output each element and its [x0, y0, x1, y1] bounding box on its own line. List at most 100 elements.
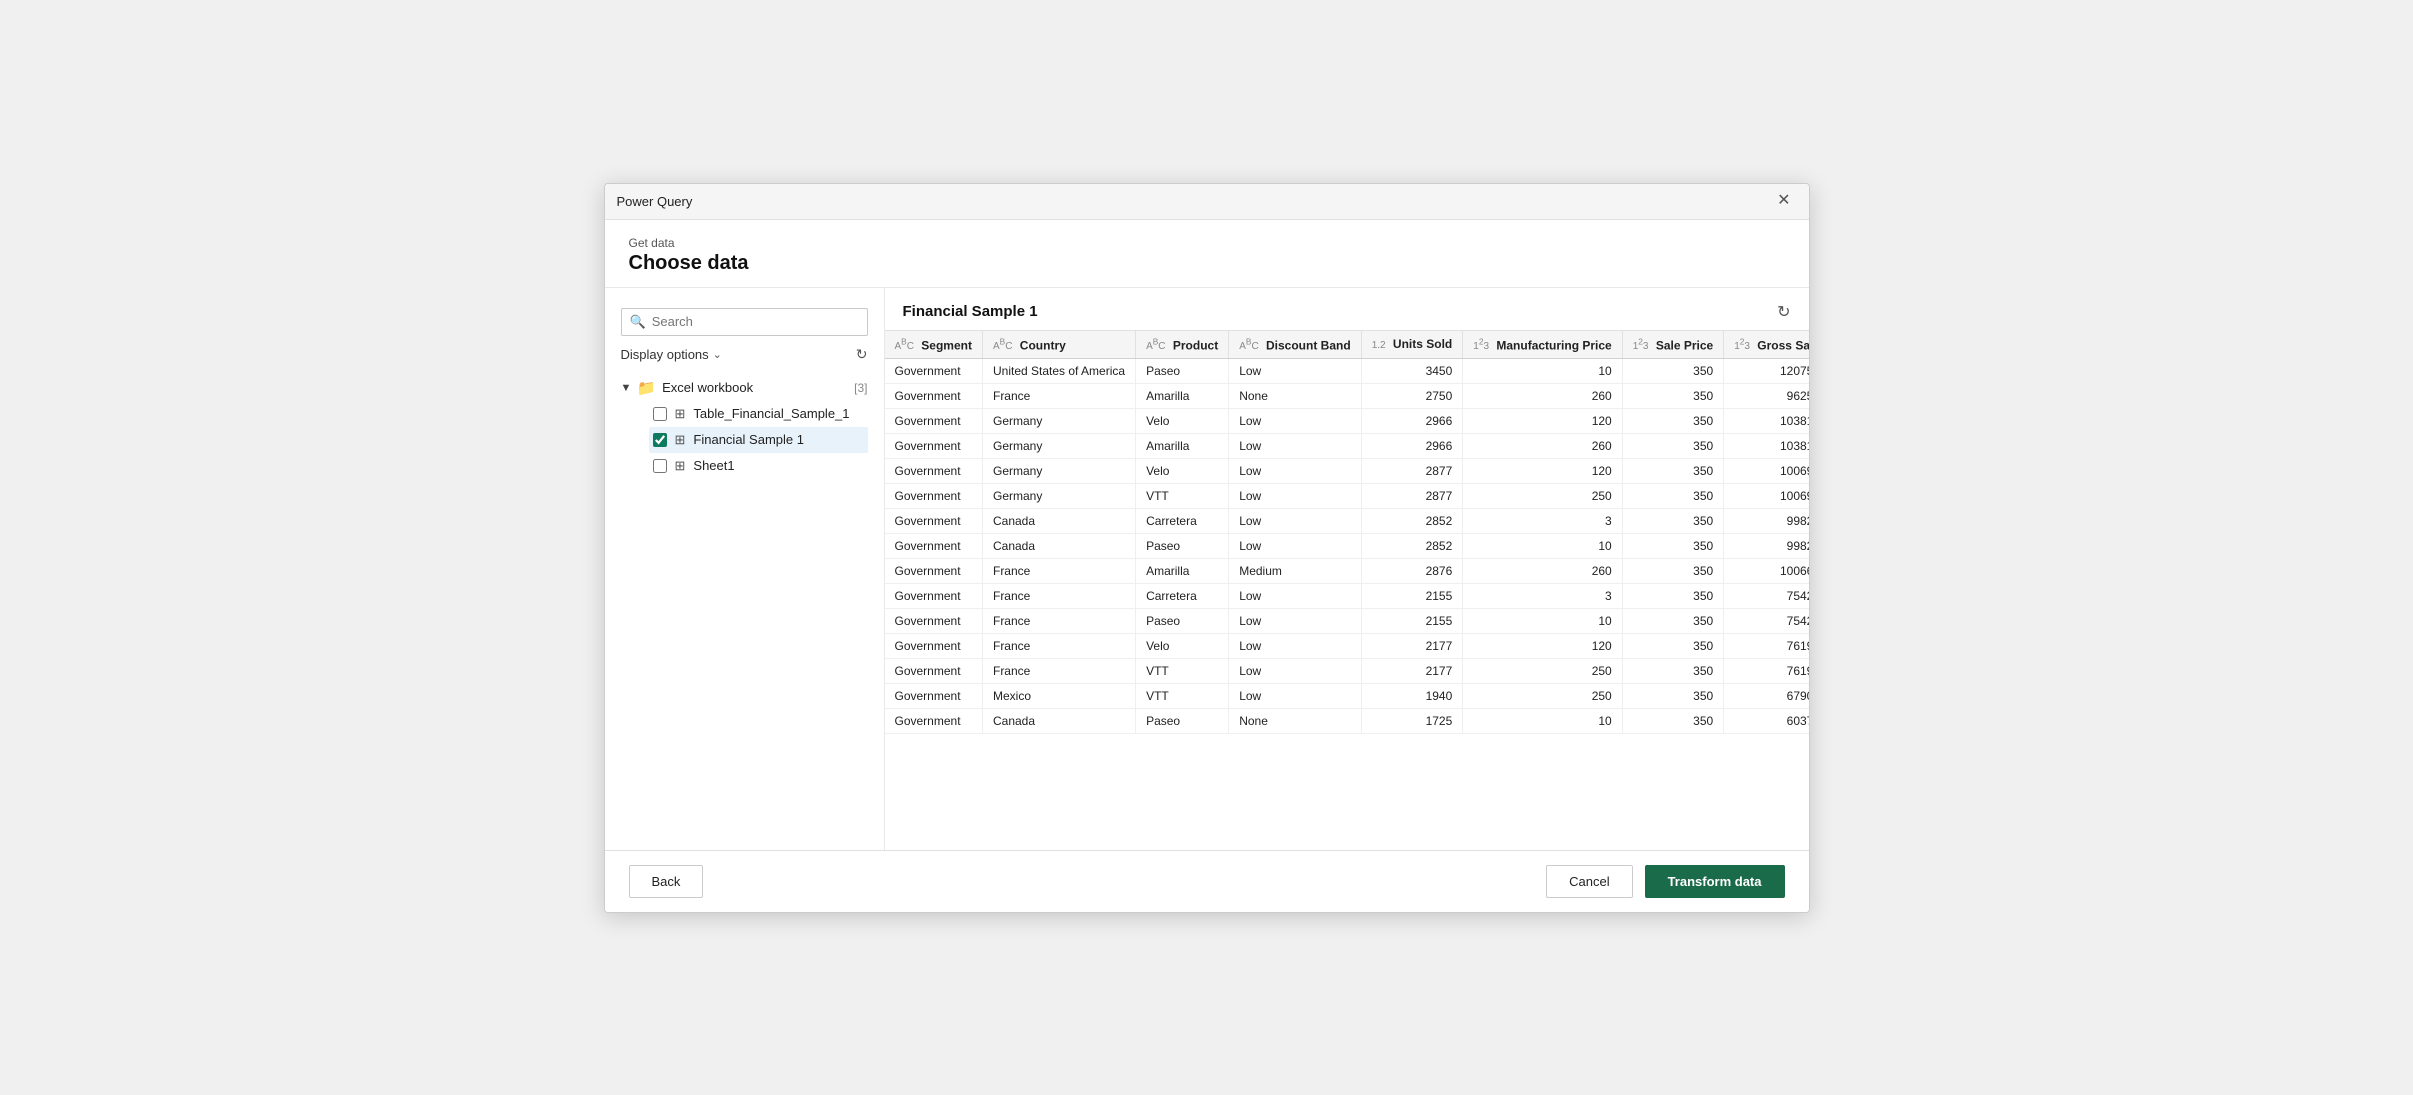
- table-cell: 260: [1463, 558, 1622, 583]
- table-cell: 2876: [1361, 558, 1463, 583]
- table-cell: 120: [1463, 458, 1622, 483]
- table-cell: 10: [1463, 608, 1622, 633]
- data-table-wrapper[interactable]: ABC Segment ABC Country ABC Product ABC …: [885, 330, 1809, 850]
- table-cell: 260: [1463, 433, 1622, 458]
- table-cell: 2155: [1361, 583, 1463, 608]
- table-cell: 1940: [1361, 683, 1463, 708]
- tree-item-table-label: Table_Financial_Sample_1: [693, 406, 863, 421]
- table-cell: 120: [1463, 633, 1622, 658]
- col-manufacturing-price: 123 Manufacturing Price: [1463, 331, 1622, 359]
- table-cell: Germany: [982, 458, 1135, 483]
- table-cell: Mexico: [982, 683, 1135, 708]
- content-header: Financial Sample 1 ↻: [885, 288, 1809, 330]
- display-options[interactable]: Display options ⌄ ↻: [621, 346, 868, 363]
- window-title: Power Query: [617, 194, 693, 209]
- table-cell: 2966: [1361, 433, 1463, 458]
- table-cell: Government: [885, 358, 983, 383]
- tree-item-table-checkbox[interactable]: [653, 407, 667, 421]
- col-country: ABC Country: [982, 331, 1135, 359]
- close-button[interactable]: ✕: [1771, 191, 1796, 211]
- table-cell: Low: [1229, 683, 1361, 708]
- table-cell: Low: [1229, 583, 1361, 608]
- table-cell: 754250: [1724, 583, 1809, 608]
- tree-item-sheet[interactable]: ⊞ Sheet1: [649, 453, 868, 479]
- table-row: GovernmentCanadaPaseoNone172510350603750…: [885, 708, 1809, 733]
- table-cell: None: [1229, 708, 1361, 733]
- table-cell: 2177: [1361, 658, 1463, 683]
- table-cell: Low: [1229, 508, 1361, 533]
- display-options-label: Display options: [621, 347, 709, 362]
- table-cell: Low: [1229, 658, 1361, 683]
- table-cell: France: [982, 583, 1135, 608]
- table-cell: Low: [1229, 483, 1361, 508]
- titlebar: Power Query ✕: [605, 184, 1809, 220]
- table-cell: France: [982, 383, 1135, 408]
- table-cell: Amarilla: [1136, 558, 1229, 583]
- table-cell: Paseo: [1136, 608, 1229, 633]
- table-cell: Low: [1229, 633, 1361, 658]
- table-row: GovernmentFranceAmarillaMedium2876260350…: [885, 558, 1809, 583]
- table-cell: France: [982, 633, 1135, 658]
- table-cell: 603750: [1724, 708, 1809, 733]
- tree-item-sheet-checkbox[interactable]: [653, 459, 667, 473]
- table-cell: Low: [1229, 433, 1361, 458]
- sidebar-refresh-icon[interactable]: ↻: [856, 346, 868, 363]
- footer-right: Cancel Transform data: [1546, 865, 1784, 898]
- transform-button[interactable]: Transform data: [1645, 865, 1785, 898]
- table-cell: 350: [1622, 683, 1723, 708]
- table-cell: 754250: [1724, 608, 1809, 633]
- table-cell: 2155: [1361, 608, 1463, 633]
- table-cell: 1006950: [1724, 458, 1809, 483]
- tree-item-financial[interactable]: ⊞ Financial Sample 1: [649, 427, 868, 453]
- table-cell: VTT: [1136, 658, 1229, 683]
- table-cell: 250: [1463, 483, 1622, 508]
- table-header-row: ABC Segment ABC Country ABC Product ABC …: [885, 331, 1809, 359]
- table-cell: Low: [1229, 458, 1361, 483]
- table-cell: 120: [1463, 408, 1622, 433]
- table-row: GovernmentUnited States of AmericaPaseoL…: [885, 358, 1809, 383]
- tree-item-sheet-label: Sheet1: [693, 458, 863, 473]
- table-cell: 2852: [1361, 533, 1463, 558]
- table-cell: Government: [885, 583, 983, 608]
- table-cell: 260: [1463, 383, 1622, 408]
- table-cell: Low: [1229, 358, 1361, 383]
- table-icon: ⊞: [675, 406, 686, 422]
- table-cell: Government: [885, 633, 983, 658]
- tree-children: ⊞ Table_Financial_Sample_1 ⊞ Financial S…: [621, 401, 868, 479]
- table-cell: 1207500: [1724, 358, 1809, 383]
- table-cell: Paseo: [1136, 533, 1229, 558]
- content-area: Financial Sample 1 ↻ ABC Segment ABC Cou…: [885, 288, 1809, 850]
- search-box[interactable]: 🔍: [621, 308, 868, 336]
- tree-root-label: Excel workbook: [662, 380, 844, 395]
- table-row: GovernmentGermanyAmarillaLow296626035010…: [885, 433, 1809, 458]
- table-row: GovernmentGermanyVeloLow2877120350100695…: [885, 458, 1809, 483]
- table-cell: 2966: [1361, 408, 1463, 433]
- table-cell: 350: [1622, 558, 1723, 583]
- table-row: GovernmentGermanyVTTLow28772503501006950…: [885, 483, 1809, 508]
- tree-item-table[interactable]: ⊞ Table_Financial_Sample_1: [649, 401, 868, 427]
- table-cell: 350: [1622, 408, 1723, 433]
- table-cell: Government: [885, 433, 983, 458]
- table-cell: Government: [885, 558, 983, 583]
- table-cell: 2877: [1361, 483, 1463, 508]
- table-cell: Government: [885, 608, 983, 633]
- table-cell: France: [982, 558, 1135, 583]
- refresh-button[interactable]: ↻: [1777, 302, 1790, 322]
- col-segment: ABC Segment: [885, 331, 983, 359]
- table-cell: 2177: [1361, 633, 1463, 658]
- footer-left: Back: [629, 865, 704, 898]
- chevron-down-icon: ⌄: [713, 348, 722, 361]
- col-units-sold: 1.2 Units Sold: [1361, 331, 1463, 359]
- tree-root-excel[interactable]: ▼ 📁 Excel workbook [3]: [621, 375, 868, 401]
- table-cell: Government: [885, 508, 983, 533]
- table-cell: VTT: [1136, 483, 1229, 508]
- tree-item-financial-checkbox[interactable]: [653, 433, 667, 447]
- table-cell: 3: [1463, 508, 1622, 533]
- back-button[interactable]: Back: [629, 865, 704, 898]
- tree-section: ▼ 📁 Excel workbook [3] ⊞ Table_Financial…: [621, 375, 868, 834]
- table-cell: Government: [885, 383, 983, 408]
- table-row: GovernmentCanadaPaseoLow2852103509982001…: [885, 533, 1809, 558]
- cancel-button[interactable]: Cancel: [1546, 865, 1632, 898]
- search-input[interactable]: [652, 314, 859, 329]
- table-cell: None: [1229, 383, 1361, 408]
